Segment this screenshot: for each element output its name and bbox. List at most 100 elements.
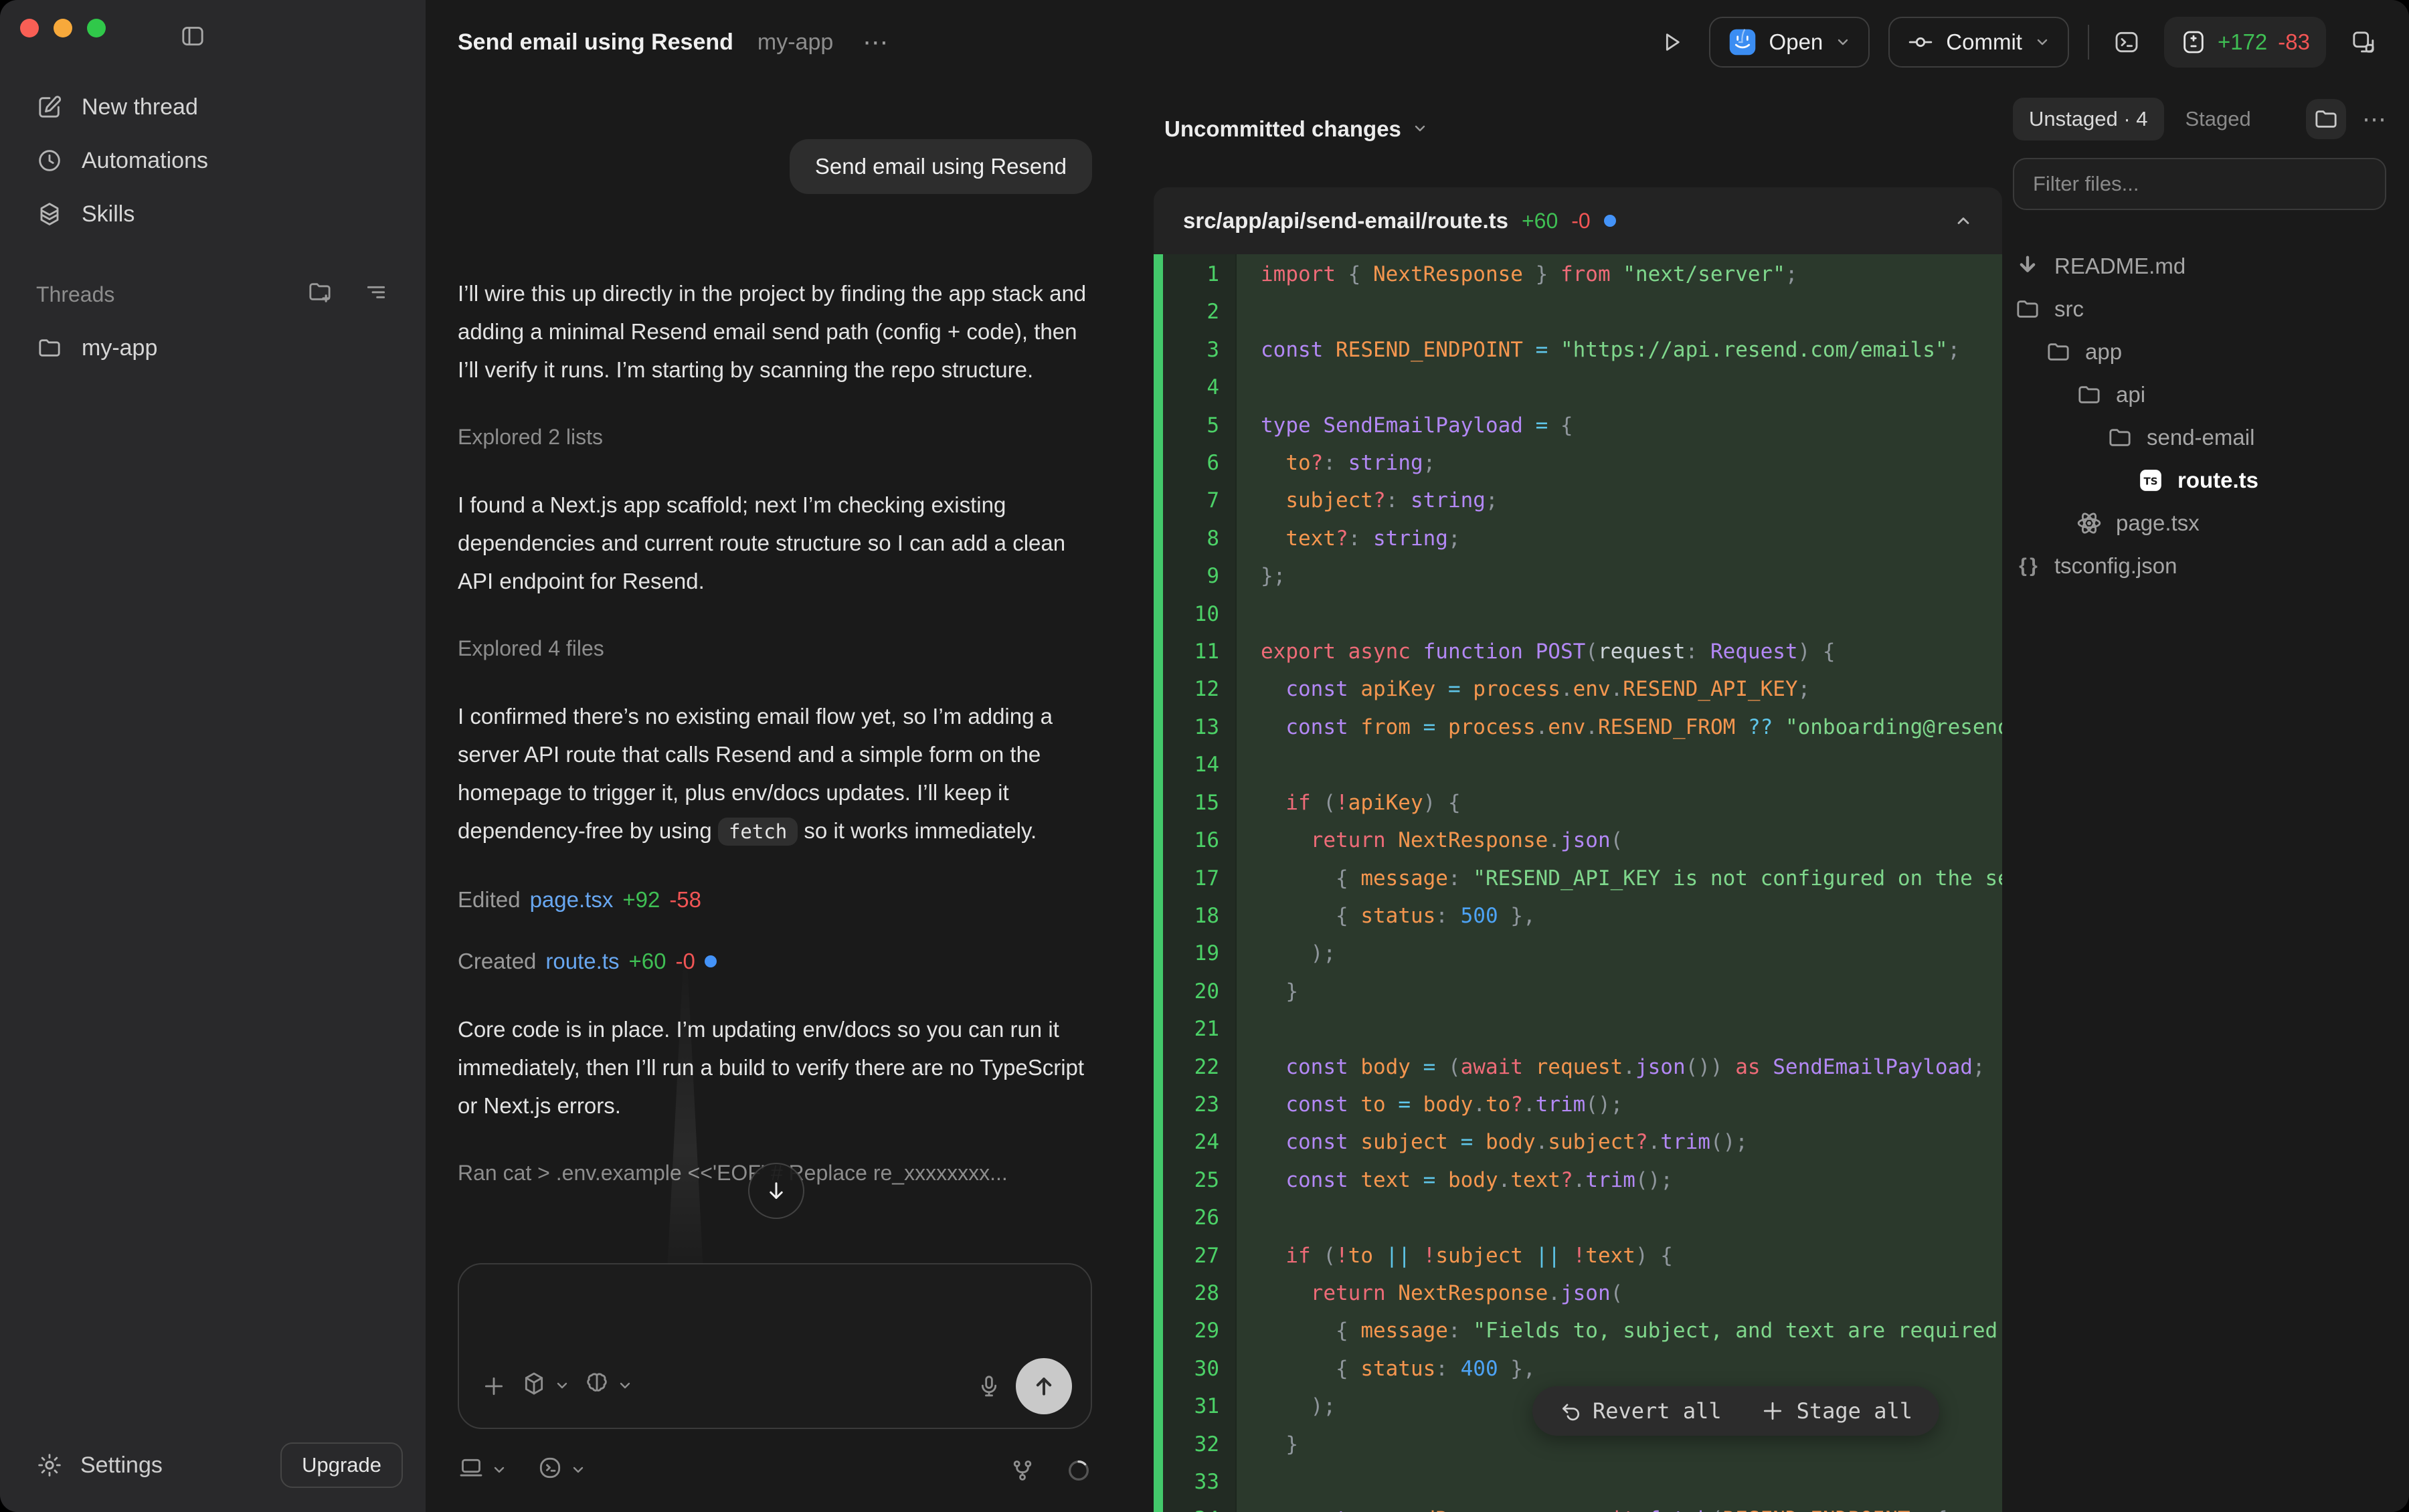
code-line: 22 const body = (await request.json()) a… <box>1163 1048 2002 1086</box>
thread-item-my-app[interactable]: my-app <box>0 321 426 375</box>
uncommitted-changes-label[interactable]: Uncommitted changes <box>1164 116 1401 142</box>
zoom-window-button[interactable] <box>87 19 106 37</box>
settings-button[interactable]: Settings <box>36 1452 163 1479</box>
code-line: 7 subject?: string; <box>1163 482 2002 519</box>
code-text <box>1237 1199 1261 1236</box>
sidebar-item-skills[interactable]: Skills <box>0 187 426 241</box>
send-button[interactable] <box>1016 1358 1072 1414</box>
code-text: const to = body.to?.trim(); <box>1237 1086 1623 1123</box>
model-selector[interactable] <box>584 1370 633 1402</box>
chevron-up-icon[interactable] <box>1954 211 1973 230</box>
sidebar-item-automations[interactable]: Automations <box>0 134 426 187</box>
code-text: import { NextResponse } from "next/serve… <box>1237 256 1798 293</box>
tree-item-tsconfig-json[interactable]: { }tsconfig.json <box>2013 545 2386 587</box>
attach-plus-icon[interactable] <box>480 1373 507 1400</box>
commit-button[interactable]: Commit <box>1888 17 2069 68</box>
code-line: 24 const subject = body.subject?.trim(); <box>1163 1123 2002 1161</box>
line-number: 16 <box>1163 822 1237 859</box>
code-text: if (!apiKey) { <box>1237 784 1461 822</box>
session-controls <box>458 1444 1092 1497</box>
react-icon <box>2074 510 2104 537</box>
run-button[interactable] <box>1653 23 1690 61</box>
context-selector[interactable] <box>521 1370 570 1402</box>
title-overflow-menu[interactable]: ⋯ <box>863 27 888 58</box>
sidebar-item-label: New thread <box>82 94 198 120</box>
code-line: 25 const text = body.text?.trim(); <box>1163 1161 2002 1199</box>
code-text <box>1237 369 1261 406</box>
added-lines-bar <box>1154 254 1163 1512</box>
chat-input[interactable] <box>480 1281 1069 1347</box>
tree-item-readme-md[interactable]: README.md <box>2013 245 2386 288</box>
tree-item-app[interactable]: app <box>2013 330 2386 373</box>
folder-view-button[interactable] <box>2306 99 2346 139</box>
diff-file-header[interactable]: src/app/api/send-email/route.ts +60 -0 <box>1154 187 2002 254</box>
tree-item-route-ts[interactable]: TSroute.ts <box>2013 459 2386 502</box>
new-folder-icon[interactable] <box>306 278 333 310</box>
filter-files-input[interactable] <box>2013 158 2386 210</box>
agent-selector[interactable] <box>537 1454 586 1487</box>
code-line: 16 return NextResponse.json( <box>1163 822 2002 859</box>
stage-all-button[interactable]: Stage all <box>1741 1398 1931 1424</box>
line-number: 11 <box>1163 633 1237 670</box>
line-number: 5 <box>1163 407 1237 444</box>
git-branch-icon[interactable] <box>1009 1457 1036 1484</box>
scroll-to-bottom-button[interactable] <box>748 1163 804 1219</box>
tree-item-send-email[interactable]: send-email <box>2013 416 2386 459</box>
sidebar-item-label: Automations <box>82 148 208 174</box>
files-panel-header: Unstaged · 4 Staged ⋯ <box>2013 98 2386 140</box>
chevron-down-icon[interactable] <box>1412 120 1428 136</box>
line-number: 6 <box>1163 444 1237 482</box>
tree-item-src[interactable]: src <box>2013 288 2386 330</box>
file-link[interactable]: route.ts <box>545 949 619 974</box>
close-window-button[interactable] <box>20 19 39 37</box>
code-text: } <box>1237 973 1298 1010</box>
upgrade-button[interactable]: Upgrade <box>280 1442 403 1488</box>
file-link[interactable]: page.tsx <box>530 887 614 913</box>
app-window: New threadAutomationsSkills Threads my-a… <box>0 0 2409 1512</box>
code-text: return NextResponse.json( <box>1237 822 1623 859</box>
code-line: 10 <box>1163 595 2002 633</box>
microphone-icon[interactable] <box>976 1373 1002 1400</box>
code-line: 8 text?: string; <box>1163 520 2002 557</box>
code-text: const subject = body.subject?.trim(); <box>1237 1123 1748 1161</box>
tree-item-page-tsx[interactable]: page.tsx <box>2013 502 2386 545</box>
tab-unstaged[interactable]: Unstaged · 4 <box>2013 98 2164 140</box>
file-change-row: Createdroute.ts+60-0 <box>458 949 1092 974</box>
sidebar-item-new-thread[interactable]: New thread <box>0 80 426 134</box>
main-content: Send email using Resend my-app ⋯ Open Co… <box>426 0 2409 1512</box>
line-number: 8 <box>1163 520 1237 557</box>
inline-code: fetch <box>718 818 798 846</box>
braces-icon: { } <box>2013 555 2042 577</box>
line-number: 18 <box>1163 897 1237 935</box>
modified-dot <box>1604 215 1616 227</box>
code-text: } <box>1237 1426 1298 1463</box>
open-button[interactable]: Open <box>1709 17 1870 68</box>
sidebar-toggle-icon[interactable] <box>179 23 206 55</box>
file-added: +92 <box>622 887 660 913</box>
code-text: text?: string; <box>1237 520 1461 557</box>
revert-all-button[interactable]: Revert all <box>1540 1398 1741 1424</box>
total-diff-stats[interactable]: +172 -83 <box>2164 17 2326 68</box>
code-text <box>1237 1463 1261 1501</box>
terminal-button[interactable] <box>2108 23 2145 61</box>
code-text: { status: 400 }, <box>1237 1350 1536 1388</box>
minimize-window-button[interactable] <box>54 19 72 37</box>
file-lines-removed: -0 <box>1571 209 1590 233</box>
modified-dot <box>705 955 717 967</box>
filter-threads-icon[interactable] <box>363 278 389 310</box>
tree-item-api[interactable]: api <box>2013 373 2386 416</box>
line-number: 26 <box>1163 1199 1237 1236</box>
tab-staged[interactable]: Staged <box>2185 107 2251 131</box>
files-overflow-menu[interactable]: ⋯ <box>2362 105 2386 133</box>
line-number: 15 <box>1163 784 1237 822</box>
code-text: subject?: string; <box>1237 482 1498 519</box>
commit-icon <box>1907 29 1934 56</box>
device-selector[interactable] <box>458 1454 507 1487</box>
line-number: 10 <box>1163 595 1237 633</box>
line-number: 19 <box>1163 935 1237 972</box>
tree-item-label: src <box>2054 296 2084 322</box>
code-lines: 1import { NextResponse } from "next/serv… <box>1163 256 2002 1512</box>
folder-icon <box>2074 381 2104 408</box>
windows-layout-button[interactable] <box>2345 23 2382 61</box>
open-label: Open <box>1769 29 1823 55</box>
